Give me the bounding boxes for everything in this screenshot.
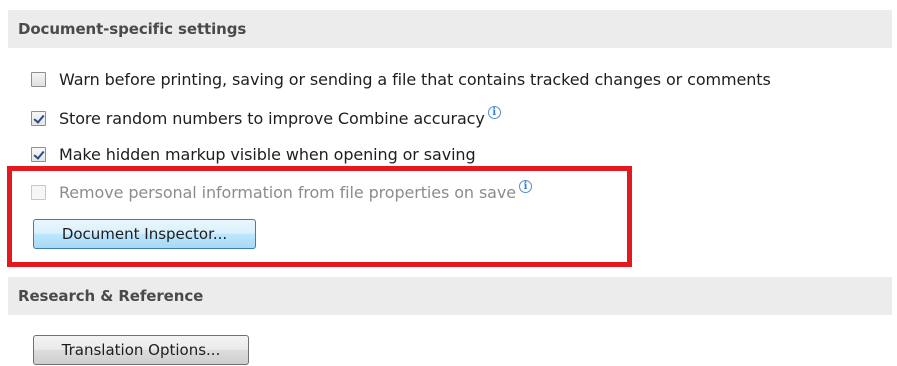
option-label: Store random numbers to improve Combine … [59, 108, 485, 128]
info-icon[interactable]: i [487, 105, 501, 119]
option-label: Warn before printing, saving or sending … [59, 69, 771, 89]
section-header-research-reference: Research & Reference [8, 277, 892, 315]
option-label: Make hidden markup visible when opening … [59, 144, 476, 164]
checkbox-warn-tracked-changes[interactable] [31, 71, 46, 87]
checkbox-store-random-numbers[interactable] [31, 110, 46, 126]
option-store-random-numbers[interactable]: Store random numbers to improve Combine … [31, 105, 501, 130]
checkbox-hidden-markup-visible[interactable] [31, 146, 46, 162]
highlight-annotation-box [7, 166, 632, 267]
option-warn-tracked-changes[interactable]: Warn before printing, saving or sending … [31, 67, 771, 91]
section-header-document-specific: Document-specific settings [8, 10, 892, 48]
option-hidden-markup-visible[interactable]: Make hidden markup visible when opening … [31, 142, 476, 166]
translation-options-button[interactable]: Translation Options... [33, 335, 249, 365]
